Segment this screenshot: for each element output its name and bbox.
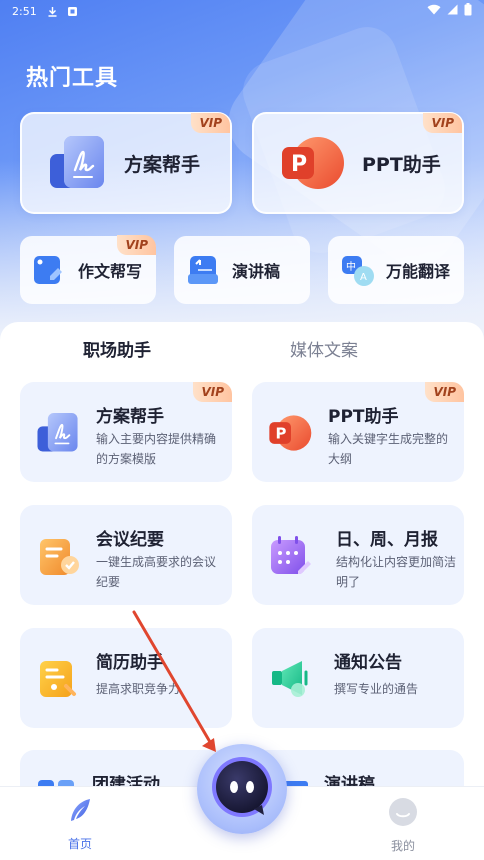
wifi-icon <box>427 4 441 18</box>
feature-desc: 输入主要内容提供精确的方案模版 <box>96 432 217 466</box>
feature-title: 方案帮手 <box>96 407 164 427</box>
tool-card-essay[interactable]: VIP 作文帮写 <box>20 235 156 304</box>
status-bar: 2:51 <box>0 0 484 22</box>
nav-label: 我的 <box>390 839 415 853</box>
feature-desc: 输入关键字生成完整的大纲 <box>328 432 449 466</box>
svg-text:P: P <box>275 424 286 442</box>
feather-icon <box>66 797 94 829</box>
resume-icon <box>36 656 82 702</box>
profile-face-icon <box>388 797 418 831</box>
feature-card-meeting[interactable]: 会议纪要 一键生成高要求的会议纪要 <box>20 505 232 605</box>
tool-card-ppt[interactable]: VIP P PPT助手 <box>252 112 464 214</box>
ppt-icon: P <box>268 410 314 456</box>
feature-card-report[interactable]: 日、周、月报 结构化让内容更加简洁明了 <box>252 505 464 605</box>
vip-badge: VIP <box>117 235 156 255</box>
feature-desc: 撰写专业的通告 <box>334 682 419 696</box>
feature-card-resume[interactable]: 简历助手 提高求职竞争力 <box>20 628 232 728</box>
vip-badge: VIP <box>193 382 232 402</box>
svg-text:中: 中 <box>346 260 356 273</box>
feature-desc: 一键生成高要求的会议纪要 <box>96 555 217 589</box>
feature-title: 通知公告 <box>334 653 402 673</box>
notification-icon <box>67 5 79 17</box>
ppt-icon: P <box>280 129 348 197</box>
tool-card-label: 演讲稿 <box>232 262 281 281</box>
essay-icon <box>32 252 68 288</box>
tool-card-translate[interactable]: 中 A 万能翻译 <box>328 236 464 304</box>
vip-badge: VIP <box>423 113 462 133</box>
feature-desc: 结构化让内容更加简洁明了 <box>336 555 457 589</box>
feature-title: 会议纪要 <box>96 530 164 550</box>
tab-media[interactable]: 媒体文案 <box>290 336 358 361</box>
download-icon <box>47 5 59 17</box>
svg-text:A: A <box>360 272 367 283</box>
tool-card-speech[interactable]: 演讲稿 <box>174 236 310 304</box>
tool-card-proposal[interactable]: VIP 方案帮手 <box>20 112 232 214</box>
svg-text:P: P <box>291 152 307 177</box>
tool-card-label: 万能翻译 <box>386 262 451 281</box>
megaphone-icon <box>268 656 314 702</box>
battery-icon <box>464 3 472 19</box>
feature-card-ppt[interactable]: VIP P PPT助手 输入关键字生成完整的大纲 <box>252 382 464 482</box>
calendar-icon <box>268 533 314 579</box>
feature-card-proposal[interactable]: VIP 方案帮手 输入主要内容提供精确的方案模版 <box>20 382 232 482</box>
feature-title: 简历助手 <box>96 653 164 673</box>
speech-icon <box>186 252 222 288</box>
feature-title: PPT助手 <box>328 407 399 427</box>
vip-badge: VIP <box>425 382 464 402</box>
meeting-notes-icon <box>36 533 82 579</box>
tool-card-label: 方案帮手 <box>124 153 201 176</box>
document-pen-icon <box>48 132 110 194</box>
tab-workplace[interactable]: 职场助手 <box>83 336 151 361</box>
ai-assistant-button[interactable] <box>197 744 287 834</box>
tool-card-label: 作文帮写 <box>78 262 143 281</box>
translate-icon: 中 A <box>340 252 376 288</box>
page-title: 热门工具 <box>26 66 119 91</box>
feature-card-notice[interactable]: 通知公告 撰写专业的通告 <box>252 628 464 728</box>
tool-card-label: PPT助手 <box>362 153 441 176</box>
document-pen-icon <box>36 410 82 456</box>
status-time: 2:51 <box>12 4 37 18</box>
nav-mine[interactable]: 我的 <box>373 797 433 854</box>
feature-desc: 提高求职竞争力 <box>96 682 181 696</box>
nav-label: 首页 <box>67 837 92 851</box>
signal-icon <box>447 4 458 18</box>
vip-badge: VIP <box>191 113 230 133</box>
nav-home[interactable]: 首页 <box>50 797 110 852</box>
robot-face-icon <box>208 753 276 825</box>
feature-title: 日、周、月报 <box>336 530 438 550</box>
